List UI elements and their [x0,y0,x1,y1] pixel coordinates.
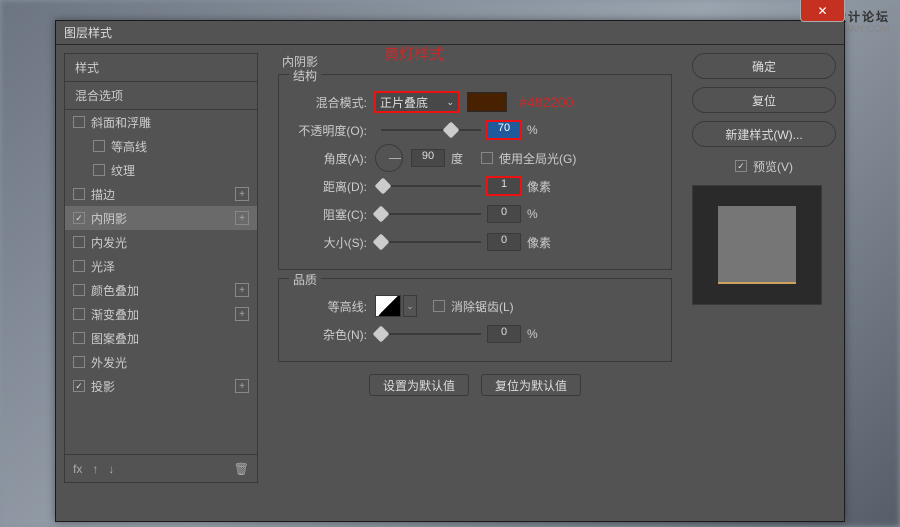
contour-thumb[interactable] [375,295,401,317]
style-label: 外发光 [91,354,127,371]
style-label: 渐变叠加 [91,306,139,323]
fx-icon[interactable]: fx [73,462,82,476]
styles-header[interactable]: 样式 [65,54,257,82]
size-slider[interactable] [381,241,481,243]
antialias-checkbox[interactable] [433,300,445,312]
arrow-down-icon[interactable]: ↓ [108,462,114,476]
style-item[interactable]: 内阴影 + [65,206,257,230]
style-label: 内阴影 [91,210,127,227]
choke-label: 阻塞(C): [289,206,367,223]
style-checkbox[interactable] [73,356,85,368]
titlebar: 图层样式 [56,21,844,45]
global-light-label: 使用全局光(G) [499,150,576,167]
style-checkbox[interactable] [73,212,85,224]
angle-input[interactable]: 90 [411,149,445,167]
choke-input[interactable]: 0 [487,205,521,223]
distance-input[interactable]: 1 [487,177,521,195]
style-label: 内发光 [91,234,127,251]
section-title: 内阴影 [278,53,672,70]
style-checkbox[interactable] [93,140,105,152]
style-label: 描边 [91,186,115,203]
style-checkbox[interactable] [73,284,85,296]
hex-annotation: #482200 [519,94,574,110]
trash-icon[interactable]: 🗑 [234,462,249,476]
opacity-input[interactable]: 70 [487,121,521,139]
style-label: 投影 [91,378,115,395]
size-label: 大小(S): [289,234,367,251]
choke-slider[interactable] [381,213,481,215]
antialias-label: 消除锯齿(L) [451,298,514,315]
style-item[interactable]: 等高线 [65,134,257,158]
add-icon[interactable]: + [235,283,249,297]
style-item[interactable]: 投影 + [65,374,257,398]
style-checkbox[interactable] [73,260,85,272]
style-label: 等高线 [111,138,147,155]
angle-dial[interactable] [375,144,403,172]
style-item[interactable]: 渐变叠加 + [65,302,257,326]
preview-label: 预览(V) [753,158,793,175]
size-input[interactable]: 0 [487,233,521,251]
style-checkbox[interactable] [73,308,85,320]
blend-mode-label: 混合模式: [289,94,367,111]
noise-input[interactable]: 0 [487,325,521,343]
cancel-button[interactable]: 复位 [692,87,836,113]
style-item[interactable]: 外发光 [65,350,257,374]
preview-checkbox[interactable] [735,160,747,172]
arrow-up-icon[interactable]: ↑ [92,462,98,476]
style-label: 斜面和浮雕 [91,114,151,131]
dialog-title: 图层样式 [64,24,112,41]
add-icon[interactable]: + [235,307,249,321]
distance-label: 距离(D): [289,178,367,195]
ok-button[interactable]: 确定 [692,53,836,79]
add-icon[interactable]: + [235,187,249,201]
opacity-slider[interactable] [381,129,481,131]
style-label: 光泽 [91,258,115,275]
new-style-button[interactable]: 新建样式(W)... [692,121,836,147]
style-item[interactable]: 描边 + [65,182,257,206]
style-item[interactable]: 颜色叠加 + [65,278,257,302]
noise-label: 杂色(N): [289,326,367,343]
contour-label: 等高线: [289,298,367,315]
global-light-checkbox[interactable] [481,152,493,164]
style-item[interactable]: 内发光 [65,230,257,254]
style-item[interactable]: 光泽 [65,254,257,278]
preview-box [692,185,822,305]
style-label: 纹理 [111,162,135,179]
style-checkbox[interactable] [73,236,85,248]
style-checkbox[interactable] [93,164,105,176]
contour-dropdown[interactable]: ⌄ [403,295,417,317]
quality-legend: 品质 [289,271,321,288]
style-item[interactable]: 图案叠加 [65,326,257,350]
layer-style-dialog: 图层样式 样式 混合选项 斜面和浮雕等高线纹理描边 + 内阴影 + 内发光光泽颜色叠加 +… [55,20,845,522]
style-checkbox[interactable] [73,188,85,200]
style-checkbox[interactable] [73,380,85,392]
add-icon[interactable]: + [235,211,249,225]
style-item[interactable]: 纹理 [65,158,257,182]
structure-legend: 结构 [289,67,321,84]
blend-options-header[interactable]: 混合选项 [65,82,257,110]
set-default-button[interactable]: 设置为默认值 [369,374,469,396]
noise-slider[interactable] [381,333,481,335]
style-item[interactable]: 斜面和浮雕 [65,110,257,134]
distance-slider[interactable] [381,185,481,187]
style-checkbox[interactable] [73,332,85,344]
reset-default-button[interactable]: 复位为默认值 [481,374,581,396]
color-swatch[interactable] [467,92,507,112]
annotation-title: 黄灯样式 [384,43,444,64]
add-icon[interactable]: + [235,379,249,393]
style-label: 图案叠加 [91,330,139,347]
opacity-label: 不透明度(O): [289,122,367,139]
blend-mode-select[interactable]: 正片叠底⌄ [375,92,459,112]
close-button[interactable]: ✕ [800,0,845,22]
style-label: 颜色叠加 [91,282,139,299]
style-checkbox[interactable] [73,116,85,128]
angle-label: 角度(A): [289,150,367,167]
